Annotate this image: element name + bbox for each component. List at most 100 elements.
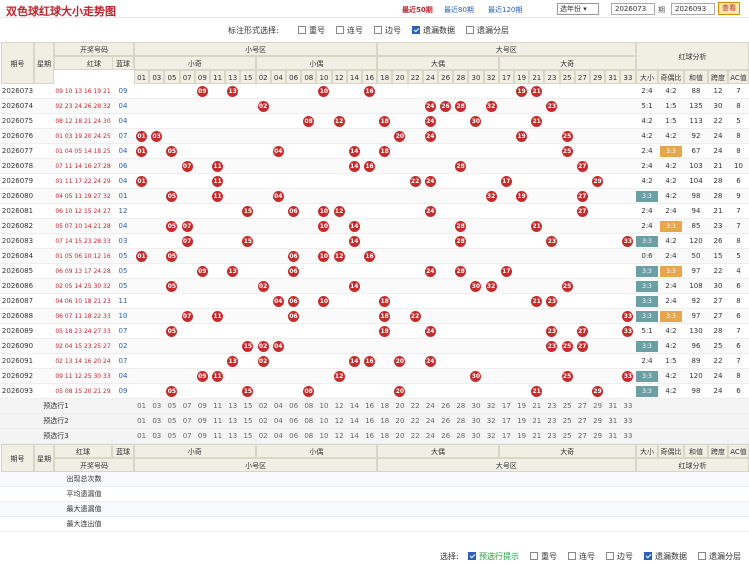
- presel-num[interactable]: 22: [408, 429, 423, 444]
- presel-num[interactable]: 17: [499, 429, 514, 444]
- presel-num[interactable]: 09: [195, 429, 210, 444]
- presel-num[interactable]: 26: [438, 414, 453, 429]
- presel-num[interactable]: 23: [544, 429, 559, 444]
- option-1[interactable]: 连号: [336, 25, 363, 36]
- presel-num[interactable]: 04: [271, 414, 286, 429]
- presel-num[interactable]: 29: [590, 399, 605, 414]
- bottom-option-0[interactable]: 预选行提示: [468, 551, 519, 562]
- presel-num[interactable]: 11: [210, 429, 225, 444]
- presel-num[interactable]: 09: [195, 399, 210, 414]
- presel-num[interactable]: 24: [423, 414, 438, 429]
- presel-num[interactable]: 07: [180, 414, 195, 429]
- presel-num[interactable]: 05: [164, 399, 179, 414]
- presel-num[interactable]: 21: [529, 399, 544, 414]
- presel-num[interactable]: 16: [362, 429, 377, 444]
- presel-num[interactable]: 08: [301, 429, 316, 444]
- option-4[interactable]: 遗漏分层: [466, 25, 509, 36]
- presel-num[interactable]: 26: [438, 399, 453, 414]
- presel-num[interactable]: 17: [499, 414, 514, 429]
- presel-num[interactable]: 25: [560, 414, 575, 429]
- presel-num[interactable]: 33: [620, 414, 635, 429]
- checkbox-icon[interactable]: [568, 552, 576, 560]
- presel-num[interactable]: 17: [499, 399, 514, 414]
- presel-num[interactable]: 16: [362, 414, 377, 429]
- checkbox-icon[interactable]: [606, 552, 614, 560]
- presel-num[interactable]: 28: [453, 414, 468, 429]
- presel-num[interactable]: 11: [210, 399, 225, 414]
- presel-num[interactable]: 21: [529, 414, 544, 429]
- presel-num[interactable]: 06: [286, 429, 301, 444]
- option-2[interactable]: 边号: [374, 25, 401, 36]
- bottom-option-4[interactable]: 遗漏数据: [644, 551, 687, 562]
- presel-num[interactable]: 33: [620, 429, 635, 444]
- checkbox-icon[interactable]: [698, 552, 706, 560]
- presel-num[interactable]: 14: [347, 429, 362, 444]
- bottom-option-2[interactable]: 连号: [568, 551, 595, 562]
- from-issue-input[interactable]: 2026073: [611, 3, 655, 15]
- presel-num[interactable]: 30: [468, 429, 483, 444]
- presel-num[interactable]: 20: [392, 429, 407, 444]
- presel-num[interactable]: 20: [392, 414, 407, 429]
- checkbox-icon[interactable]: [336, 26, 344, 34]
- presel-num[interactable]: 01: [134, 414, 149, 429]
- presel-num[interactable]: 12: [332, 429, 347, 444]
- presel-num[interactable]: 31: [605, 399, 620, 414]
- presel-num[interactable]: 23: [544, 399, 559, 414]
- presel-num[interactable]: 31: [605, 429, 620, 444]
- checkbox-icon[interactable]: [468, 552, 476, 560]
- presel-num[interactable]: 01: [134, 429, 149, 444]
- presel-num[interactable]: 20: [392, 399, 407, 414]
- presel-num[interactable]: 19: [514, 414, 529, 429]
- presel-num[interactable]: 27: [575, 414, 590, 429]
- recent-50-link[interactable]: 最近50期: [402, 5, 433, 15]
- presel-num[interactable]: 33: [620, 399, 635, 414]
- checkbox-icon[interactable]: [298, 26, 306, 34]
- presel-num[interactable]: 32: [484, 414, 499, 429]
- presel-num[interactable]: 18: [377, 414, 392, 429]
- presel-num[interactable]: 13: [225, 429, 240, 444]
- to-issue-input[interactable]: 2026093: [671, 3, 715, 15]
- presel-num[interactable]: 19: [514, 399, 529, 414]
- year-select[interactable]: 选年份 ▾: [557, 3, 599, 15]
- presel-num[interactable]: 26: [438, 429, 453, 444]
- presel-num[interactable]: 30: [468, 414, 483, 429]
- presel-num[interactable]: 05: [164, 414, 179, 429]
- presel-num[interactable]: 32: [484, 429, 499, 444]
- presel-num[interactable]: 16: [362, 399, 377, 414]
- bottom-option-1[interactable]: 重号: [530, 551, 557, 562]
- presel-num[interactable]: 03: [149, 414, 164, 429]
- presel-num[interactable]: 05: [164, 429, 179, 444]
- presel-row[interactable]: 预选行1 01 03 05 07 09 11 13 15 02 04 06 08 10 12 14 16 18 20…: [0, 399, 749, 414]
- presel-row[interactable]: 预选行3 01 03 05 07 09 11 13 15 02 04 06 08 10 12 14 16 18 20…: [0, 429, 749, 444]
- checkbox-icon[interactable]: [644, 552, 652, 560]
- presel-num[interactable]: 13: [225, 414, 240, 429]
- presel-num[interactable]: 04: [271, 399, 286, 414]
- presel-num[interactable]: 12: [332, 414, 347, 429]
- presel-num[interactable]: 22: [408, 414, 423, 429]
- query-button[interactable]: 查看: [718, 2, 740, 15]
- presel-num[interactable]: 15: [240, 399, 255, 414]
- presel-num[interactable]: 07: [180, 399, 195, 414]
- presel-num[interactable]: 14: [347, 414, 362, 429]
- presel-num[interactable]: 24: [423, 429, 438, 444]
- presel-num[interactable]: 29: [590, 429, 605, 444]
- presel-num[interactable]: 27: [575, 429, 590, 444]
- presel-num[interactable]: 08: [301, 399, 316, 414]
- option-3[interactable]: 遗漏数据: [412, 25, 455, 36]
- presel-num[interactable]: 18: [377, 399, 392, 414]
- presel-num[interactable]: 21: [529, 429, 544, 444]
- presel-num[interactable]: 30: [468, 399, 483, 414]
- presel-num[interactable]: 23: [544, 414, 559, 429]
- option-0[interactable]: 重号: [298, 25, 325, 36]
- presel-num[interactable]: 29: [590, 414, 605, 429]
- checkbox-icon[interactable]: [412, 26, 420, 34]
- presel-num[interactable]: 18: [377, 429, 392, 444]
- presel-num[interactable]: 11: [210, 414, 225, 429]
- presel-num[interactable]: 02: [256, 399, 271, 414]
- presel-num[interactable]: 08: [301, 414, 316, 429]
- presel-num[interactable]: 03: [149, 429, 164, 444]
- presel-num[interactable]: 10: [316, 414, 331, 429]
- presel-num[interactable]: 31: [605, 414, 620, 429]
- presel-num[interactable]: 13: [225, 399, 240, 414]
- presel-num[interactable]: 27: [575, 399, 590, 414]
